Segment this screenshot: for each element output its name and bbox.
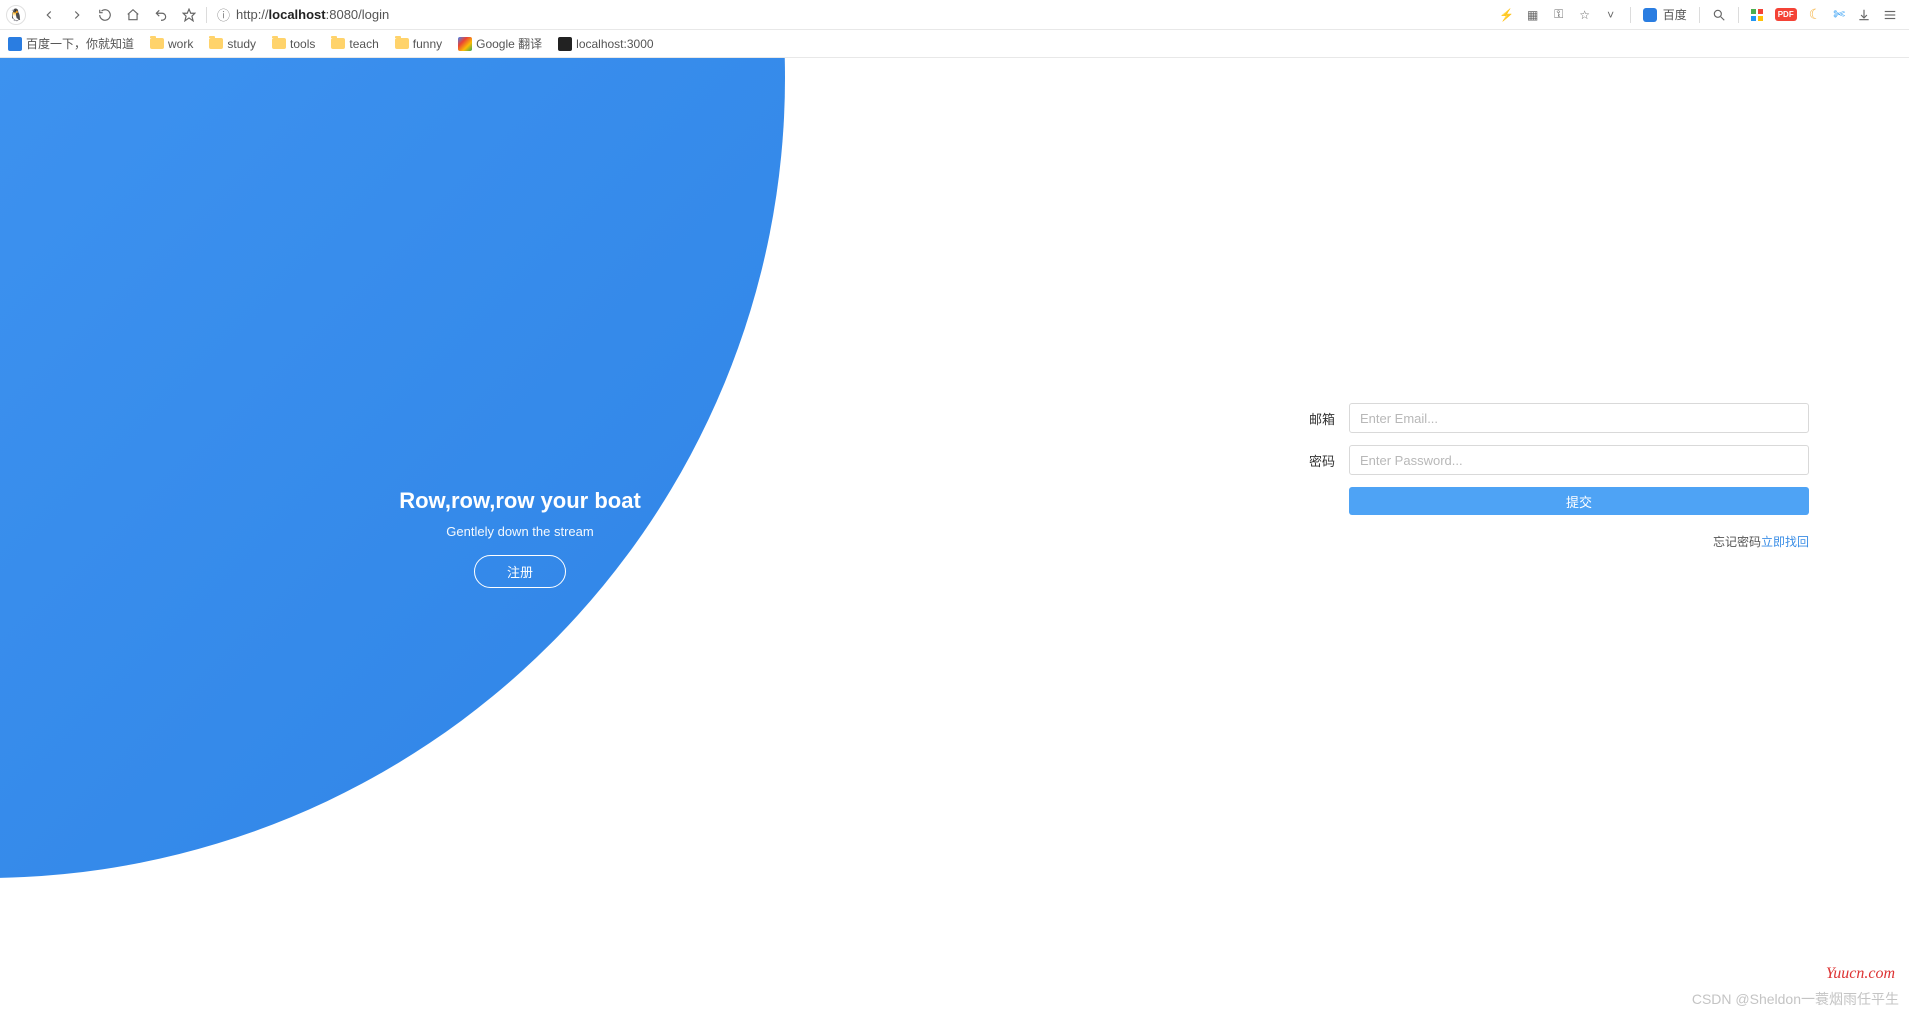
folder-icon (150, 38, 164, 49)
info-icon: ⓘ (217, 5, 230, 24)
search-icon[interactable] (1712, 8, 1726, 22)
hero-title: Row,row,row your boat (399, 488, 641, 514)
site-icon (558, 37, 572, 51)
site-icon (458, 37, 472, 51)
hero-section: Row,row,row your boat Gentlely down the … (0, 58, 780, 1017)
search-engine-selector[interactable]: 百度 (1643, 6, 1687, 23)
tab-favicon: 🐧 (6, 5, 26, 25)
url-field[interactable]: ⓘ http://localhost:8080/login (217, 5, 1490, 24)
bookmarks-bar: 百度一下，你就知道 work study tools teach funny Google … (0, 30, 1909, 58)
browser-chrome: 🐧 ⓘ http://localhost:8080/login ⚡ ▦ ⚿ ☆ … (0, 0, 1909, 58)
address-bar: 🐧 ⓘ http://localhost:8080/login ⚡ ▦ ⚿ ☆ … (0, 0, 1909, 30)
email-field[interactable] (1349, 403, 1809, 433)
forgot-link[interactable]: 立即找回 (1761, 535, 1809, 549)
bookmark-label: localhost:3000 (576, 37, 653, 51)
bookmark-label: study (227, 37, 256, 51)
nav-back-icon[interactable] (42, 8, 56, 22)
bookmark-item[interactable]: tools (272, 37, 315, 51)
chevron-down-icon[interactable]: ˅ (1604, 8, 1618, 22)
menu-icon[interactable] (1883, 8, 1897, 22)
signup-button[interactable]: 注册 (474, 555, 566, 588)
nav-undo-icon[interactable] (154, 8, 168, 22)
star-outline-icon[interactable]: ☆ (1578, 8, 1592, 22)
nav-star-icon[interactable] (182, 8, 196, 22)
email-label: 邮箱 (1309, 409, 1349, 428)
nav-home-icon[interactable] (126, 8, 140, 22)
folder-icon (331, 38, 345, 49)
bookmark-item[interactable]: funny (395, 37, 442, 51)
pdf-icon[interactable]: PDF (1775, 8, 1797, 21)
bookmark-item[interactable]: localhost:3000 (558, 37, 653, 51)
lightning-icon[interactable]: ⚡ (1500, 8, 1514, 22)
download-icon[interactable] (1857, 8, 1871, 22)
submit-button[interactable]: 提交 (1349, 487, 1809, 515)
watermark-author: CSDN @Sheldon一蓑烟雨任平生 (1692, 989, 1899, 1009)
key-icon[interactable]: ⚿ (1552, 8, 1566, 22)
bookmark-item[interactable]: study (209, 37, 256, 51)
scissors-icon[interactable]: ✄ (1833, 6, 1845, 23)
bookmark-label: funny (413, 37, 442, 51)
nav-forward-icon[interactable] (70, 8, 84, 22)
bookmark-label: 百度一下，你就知道 (26, 35, 134, 52)
forgot-password-row: 忘记密码立即找回 (1309, 533, 1809, 550)
bookmark-label: teach (349, 37, 378, 51)
login-form: 邮箱 密码 提交 忘记密码立即找回 (1309, 403, 1809, 550)
bookmark-label: tools (290, 37, 315, 51)
bookmark-label: work (168, 37, 193, 51)
folder-icon (209, 38, 223, 49)
bookmark-label: Google 翻译 (476, 35, 542, 52)
baidu-icon (1643, 8, 1657, 22)
hero-subtitle: Gentlely down the stream (446, 524, 593, 539)
folder-icon (272, 38, 286, 49)
apps-icon[interactable] (1751, 9, 1763, 21)
moon-icon[interactable]: ☾ (1809, 6, 1822, 23)
forgot-text: 忘记密码 (1713, 535, 1761, 549)
password-label: 密码 (1309, 451, 1349, 470)
password-field[interactable] (1349, 445, 1809, 475)
nav-reload-icon[interactable] (98, 8, 112, 22)
page-content: Row,row,row your boat Gentlely down the … (0, 58, 1909, 1017)
bookmark-item[interactable]: teach (331, 37, 378, 51)
search-engine-label: 百度 (1663, 6, 1687, 23)
site-icon (8, 37, 22, 51)
folder-icon (395, 38, 409, 49)
qr-icon[interactable]: ▦ (1526, 8, 1540, 22)
bookmark-item[interactable]: work (150, 37, 193, 51)
bookmark-item[interactable]: 百度一下，你就知道 (8, 35, 134, 52)
watermark-site: Yuucn.com (1826, 965, 1895, 983)
bookmark-item[interactable]: Google 翻译 (458, 35, 542, 52)
